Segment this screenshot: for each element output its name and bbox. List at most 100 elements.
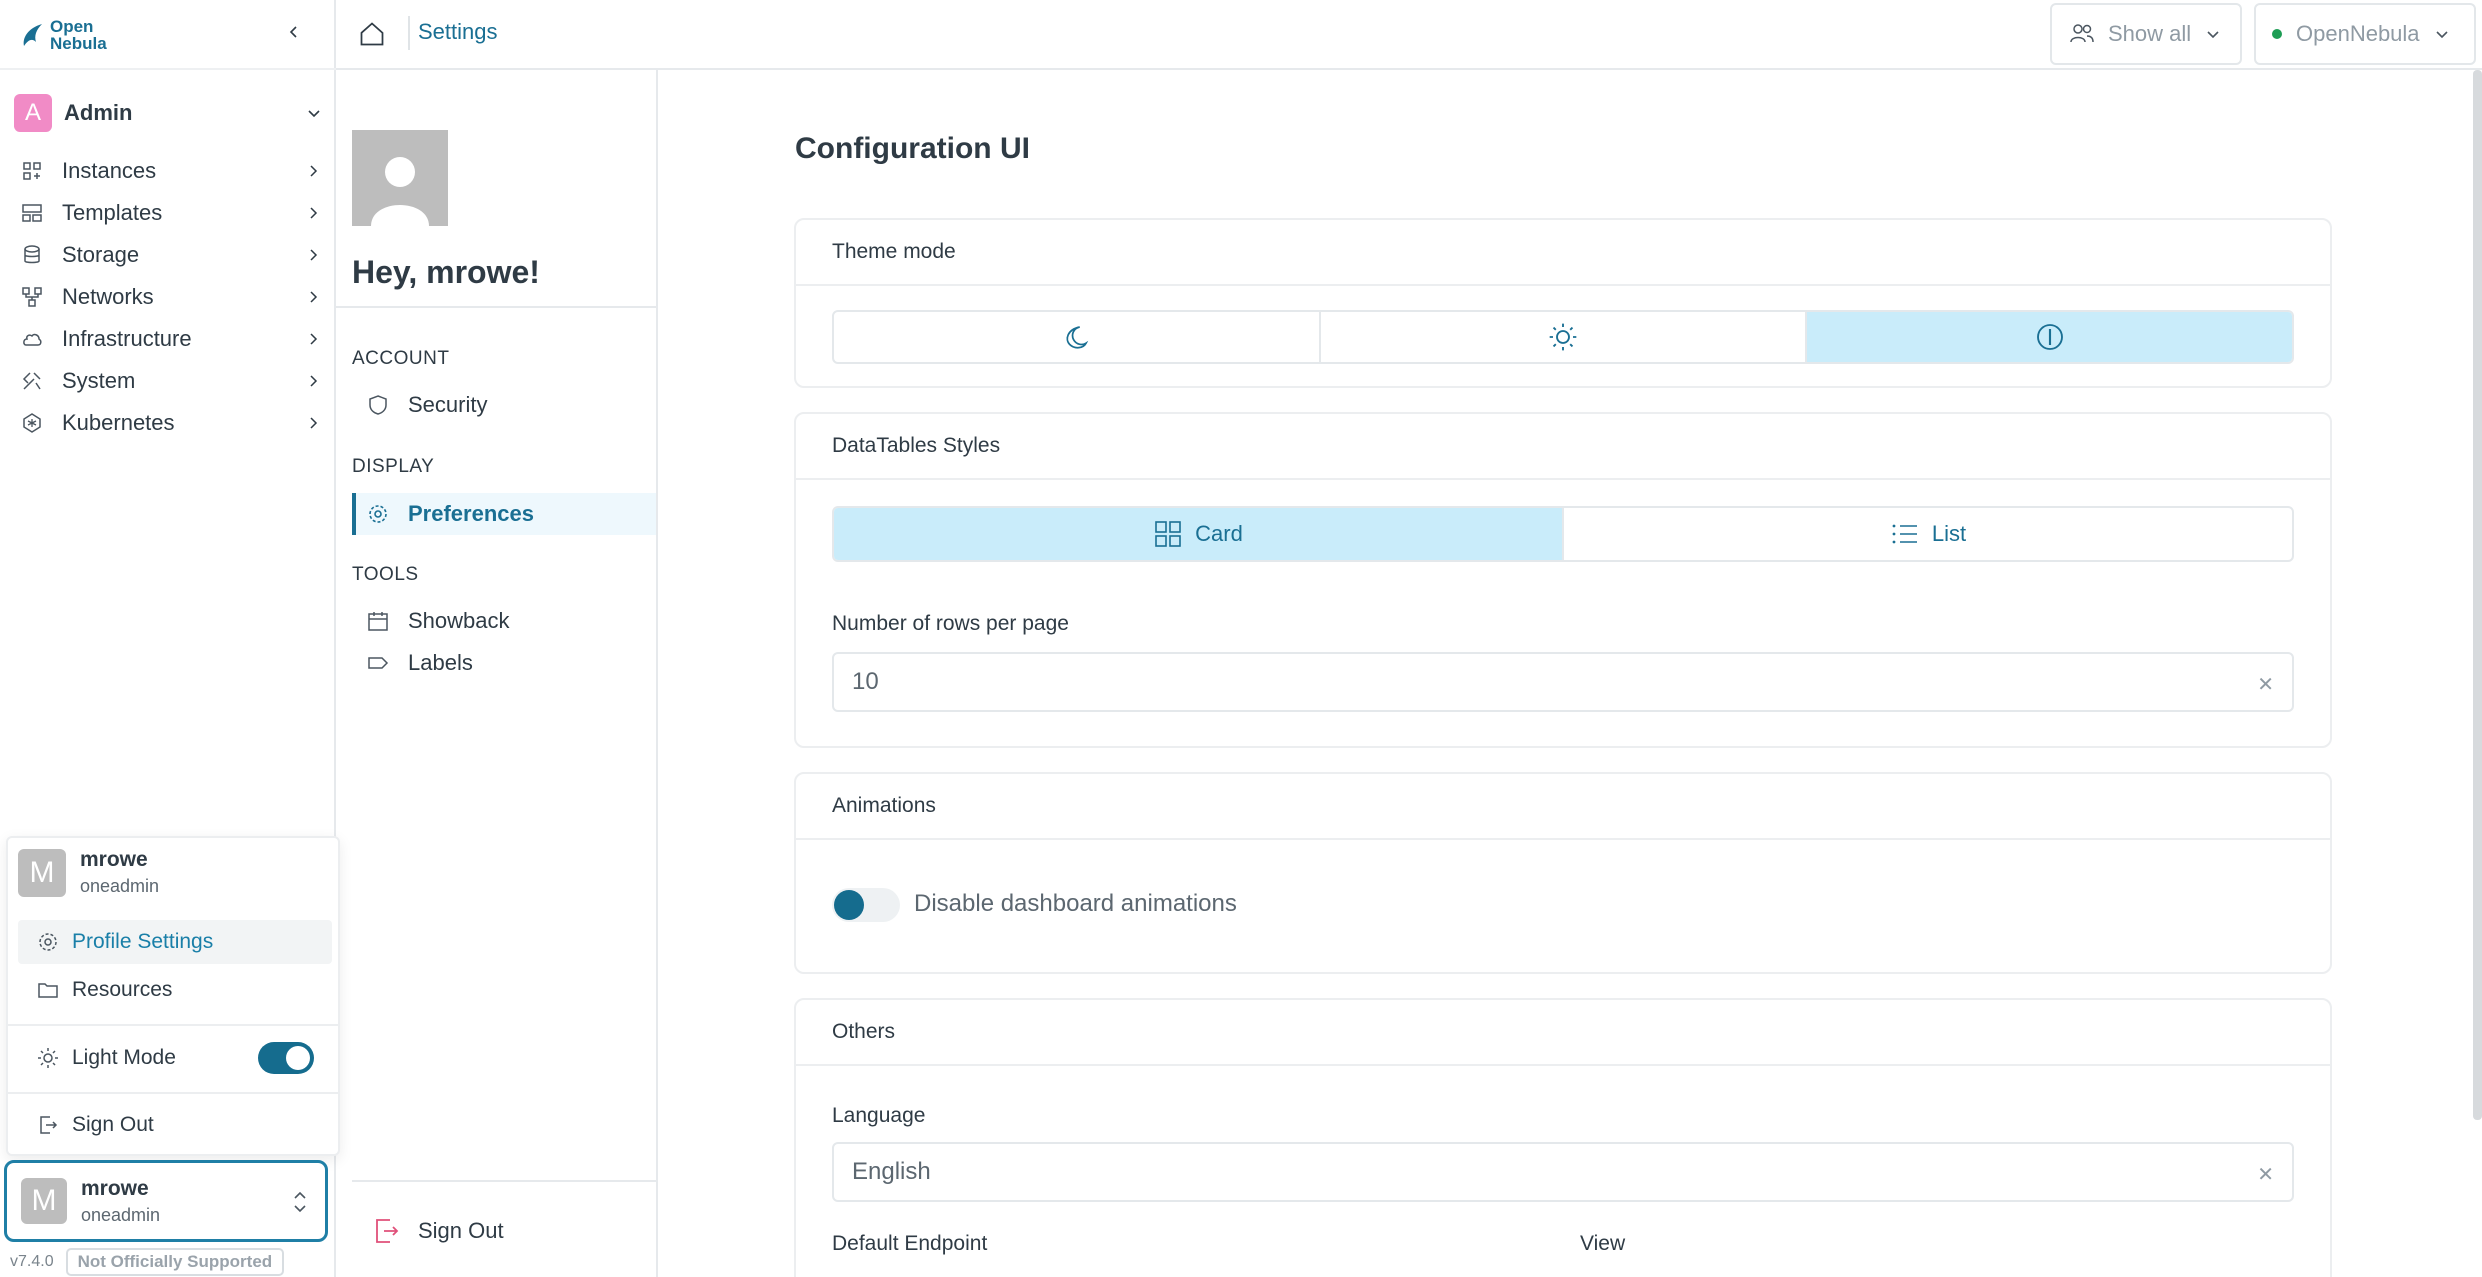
chevron-left-icon	[289, 26, 297, 38]
settings-nav-showback[interactable]: Showback	[352, 600, 656, 642]
avatar: M	[18, 848, 66, 897]
settings-nav-labels[interactable]: Labels	[352, 642, 656, 684]
theme-dark-button[interactable]	[834, 312, 1321, 362]
section-title-account: ACCOUNT	[352, 348, 450, 369]
chevron-down-icon	[2207, 31, 2219, 39]
profile-picture[interactable]	[352, 130, 448, 226]
sign-out-label: Sign Out	[418, 1218, 504, 1243]
gear-icon	[369, 505, 387, 523]
card-title: Others	[796, 1000, 2330, 1066]
greeting: Hey, mrowe!	[352, 254, 540, 290]
settings-nav-label: Preferences	[408, 501, 534, 526]
resources-menu-item[interactable]: Resources	[18, 968, 332, 1012]
card-style-label: Card	[1195, 521, 1243, 546]
datatables-styles-card: DataTables Styles Card List Number of ro…	[794, 412, 2332, 748]
sign-out-menu-item[interactable]: Sign Out	[18, 1103, 332, 1147]
chevron-right-icon	[310, 375, 318, 387]
language-label: Language	[832, 1104, 926, 1127]
sidebar-divider	[0, 68, 336, 70]
settings-nav-label: Showback	[408, 608, 510, 633]
instances-icon	[23, 162, 41, 180]
theme-system-button[interactable]	[1807, 312, 2292, 362]
sidebar-item-kubernetes[interactable]: Kubernetes	[20, 402, 320, 444]
sun-icon	[38, 1048, 58, 1068]
list-style-label: List	[1931, 521, 1967, 546]
calendar-icon	[368, 612, 388, 631]
version-row: v7.4.0 Not Officially Supported	[10, 1248, 285, 1276]
users-icon	[2070, 24, 2094, 43]
breadcrumb[interactable]: Settings	[418, 19, 498, 45]
settings-nav-divider	[336, 306, 656, 308]
nebula-icon	[23, 24, 42, 46]
sidebar-item-label: Networks	[62, 284, 154, 309]
user-menu-header: M mrowe oneadmin	[18, 848, 159, 897]
chevron-down-icon	[308, 110, 320, 118]
settings-sign-out-button[interactable]: Sign Out	[372, 1216, 504, 1246]
theme-mode-card: Theme mode	[794, 218, 2332, 388]
sidebar-item-storage[interactable]: Storage	[20, 234, 320, 276]
language-select[interactable]: English ✕	[832, 1142, 2294, 1202]
opennebula-logo[interactable]: Open Nebula	[20, 14, 120, 56]
group-selector[interactable]: A Admin	[14, 93, 322, 133]
clear-icon[interactable]: ✕	[2257, 1162, 2274, 1187]
collapse-sidebar-button[interactable]	[280, 18, 308, 46]
avatar: M	[21, 1178, 67, 1224]
settings-nav-label: Labels	[408, 650, 473, 675]
logo-text-top: Open	[50, 17, 94, 36]
sidebar-item-infrastructure[interactable]: Infrastructure	[20, 318, 320, 360]
rows-per-page-label: Number of rows per page	[832, 612, 1069, 635]
light-mode-toggle[interactable]	[258, 1042, 314, 1074]
section-title-display: DISPLAY	[352, 456, 435, 477]
list-style-button[interactable]: List	[1564, 508, 2292, 560]
system-theme-icon	[2036, 324, 2063, 350]
sidebar-item-templates[interactable]: Templates	[20, 192, 320, 234]
logo-text-bottom: Nebula	[50, 34, 107, 53]
rows-per-page-select[interactable]: 10 ✕	[832, 652, 2294, 712]
default-endpoint-label: Default Endpoint	[832, 1232, 988, 1255]
gear-icon	[39, 933, 57, 951]
sidebar-item-instances[interactable]: Instances	[20, 150, 320, 192]
kubernetes-icon	[23, 413, 41, 433]
home-icon[interactable]	[358, 20, 386, 48]
disable-animations-toggle[interactable]	[832, 888, 900, 922]
cloud-icon	[23, 333, 42, 346]
page-title: Configuration UI	[795, 132, 1030, 165]
settings-nav-security[interactable]: Security	[352, 384, 656, 426]
group-label: Admin	[64, 100, 133, 125]
show-all-filter[interactable]: Show all	[2050, 3, 2242, 65]
current-user-group: oneadmin	[81, 1204, 161, 1225]
sign-out-icon	[40, 1116, 58, 1134]
sidebar-item-networks[interactable]: Networks	[20, 276, 320, 318]
profile-settings-menu-item[interactable]: Profile Settings	[18, 920, 332, 964]
settings-nav-divider	[352, 1180, 656, 1182]
sidebar-nav: Instances Templates Storage Networks Inf…	[20, 150, 320, 444]
folder-icon	[38, 983, 58, 998]
sidebar-item-system[interactable]: System	[20, 360, 320, 402]
chevron-right-icon	[310, 249, 318, 261]
card-title: Animations	[796, 774, 2330, 840]
clear-icon[interactable]: ✕	[2257, 672, 2274, 697]
zone-selector[interactable]: OpenNebula	[2254, 3, 2476, 65]
moon-icon	[1066, 326, 1089, 349]
disable-animations-label: Disable dashboard animations	[914, 890, 1237, 917]
user-silhouette-icon	[371, 157, 429, 226]
animations-card: Animations Disable dashboard animations	[794, 772, 2332, 974]
light-mode-menu-item[interactable]: Light Mode	[18, 1036, 332, 1080]
card-style-button[interactable]: Card	[834, 508, 1564, 560]
version-label: v7.4.0	[10, 1253, 54, 1270]
card-title: DataTables Styles	[796, 414, 2330, 480]
chevron-right-icon	[310, 207, 318, 219]
theme-light-button[interactable]	[1321, 312, 1808, 362]
menu-item-label: Sign Out	[72, 1113, 154, 1136]
main-scrollbar[interactable]	[2473, 70, 2482, 1120]
sidebar-item-label: Kubernetes	[62, 410, 175, 435]
main-content: Configuration UI Theme mode DataTables S…	[658, 70, 2482, 1277]
menu-divider	[8, 1024, 338, 1026]
others-card: Others Language English ✕ Default Endpoi…	[794, 998, 2332, 1277]
current-user-button[interactable]: M mrowe oneadmin	[4, 1160, 328, 1242]
sidebar-item-label: Instances	[62, 158, 157, 183]
sidebar-item-label: Infrastructure	[62, 326, 192, 351]
menu-item-label: Light Mode	[72, 1046, 176, 1069]
chevron-right-icon	[310, 291, 318, 303]
settings-nav-preferences[interactable]: Preferences	[352, 493, 656, 535]
